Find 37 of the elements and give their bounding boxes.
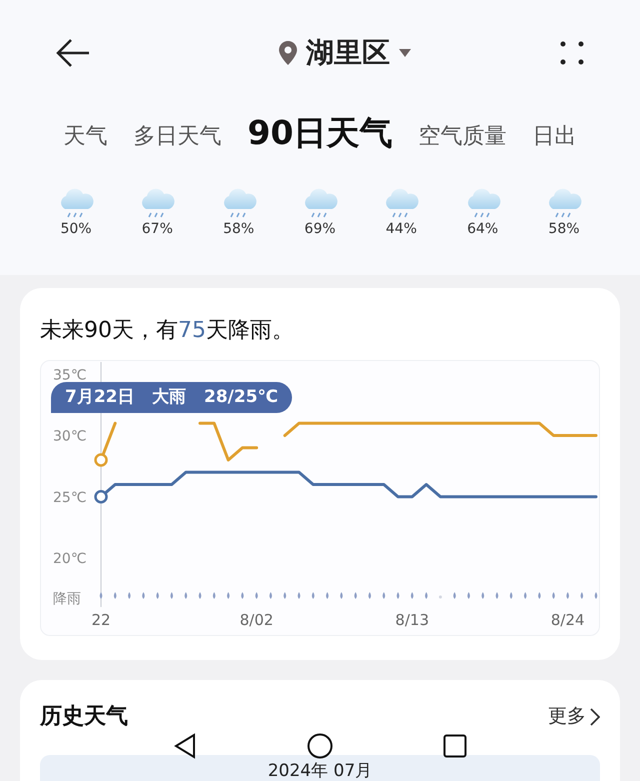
month-label[interactable]: 2024年 07月: [268, 761, 372, 781]
more-link[interactable]: 更多: [548, 702, 600, 731]
y-axis-label: 35℃: [53, 367, 87, 384]
tab[interactable]: 日出: [532, 119, 576, 155]
rain-chance: 64%: [467, 220, 498, 239]
y-axis-label: 25℃: [53, 490, 87, 506]
y-axis-label: 20℃: [53, 551, 87, 567]
rain-summary: 未来90天，有75天降雨。: [39, 317, 295, 345]
day-tooltip: 7月22日 大雨 28/25℃: [51, 382, 292, 413]
back-icon[interactable]: [55, 38, 91, 68]
dropdown-caret-icon[interactable]: [398, 48, 412, 58]
tab[interactable]: 多日天气: [134, 119, 222, 155]
rain-chance: 67%: [142, 220, 173, 239]
rain-chance: 44%: [386, 220, 417, 239]
rain-axis-label: 降雨: [53, 591, 81, 607]
home-nav-icon[interactable]: [307, 733, 333, 759]
rain-chance: 69%: [304, 220, 336, 239]
x-axis-label: 8/13: [395, 611, 429, 629]
point-marker[interactable]: [94, 490, 108, 504]
tab[interactable]: 90日天气: [248, 111, 392, 155]
more-options-icon[interactable]: [559, 40, 585, 66]
chevron-right-icon[interactable]: [590, 708, 600, 726]
rain-chance: 58%: [548, 220, 580, 239]
location-title[interactable]: 湖里区: [306, 32, 390, 74]
x-axis-label: 8/02: [240, 611, 274, 629]
back-nav-icon[interactable]: [173, 733, 197, 759]
recents-nav-icon[interactable]: [443, 734, 467, 758]
tab[interactable]: 天气: [64, 119, 108, 155]
x-axis-label: 22: [91, 611, 111, 629]
section-title: 历史天气: [40, 703, 128, 731]
rain-chance: 50%: [60, 220, 92, 239]
point-marker[interactable]: [94, 453, 108, 467]
tab[interactable]: 空气质量: [418, 119, 506, 155]
location-pin-icon: [278, 40, 298, 66]
rain-chance: 58%: [223, 220, 254, 239]
y-axis-label: 30℃: [53, 428, 87, 444]
x-axis-label: 8/24: [550, 611, 585, 629]
